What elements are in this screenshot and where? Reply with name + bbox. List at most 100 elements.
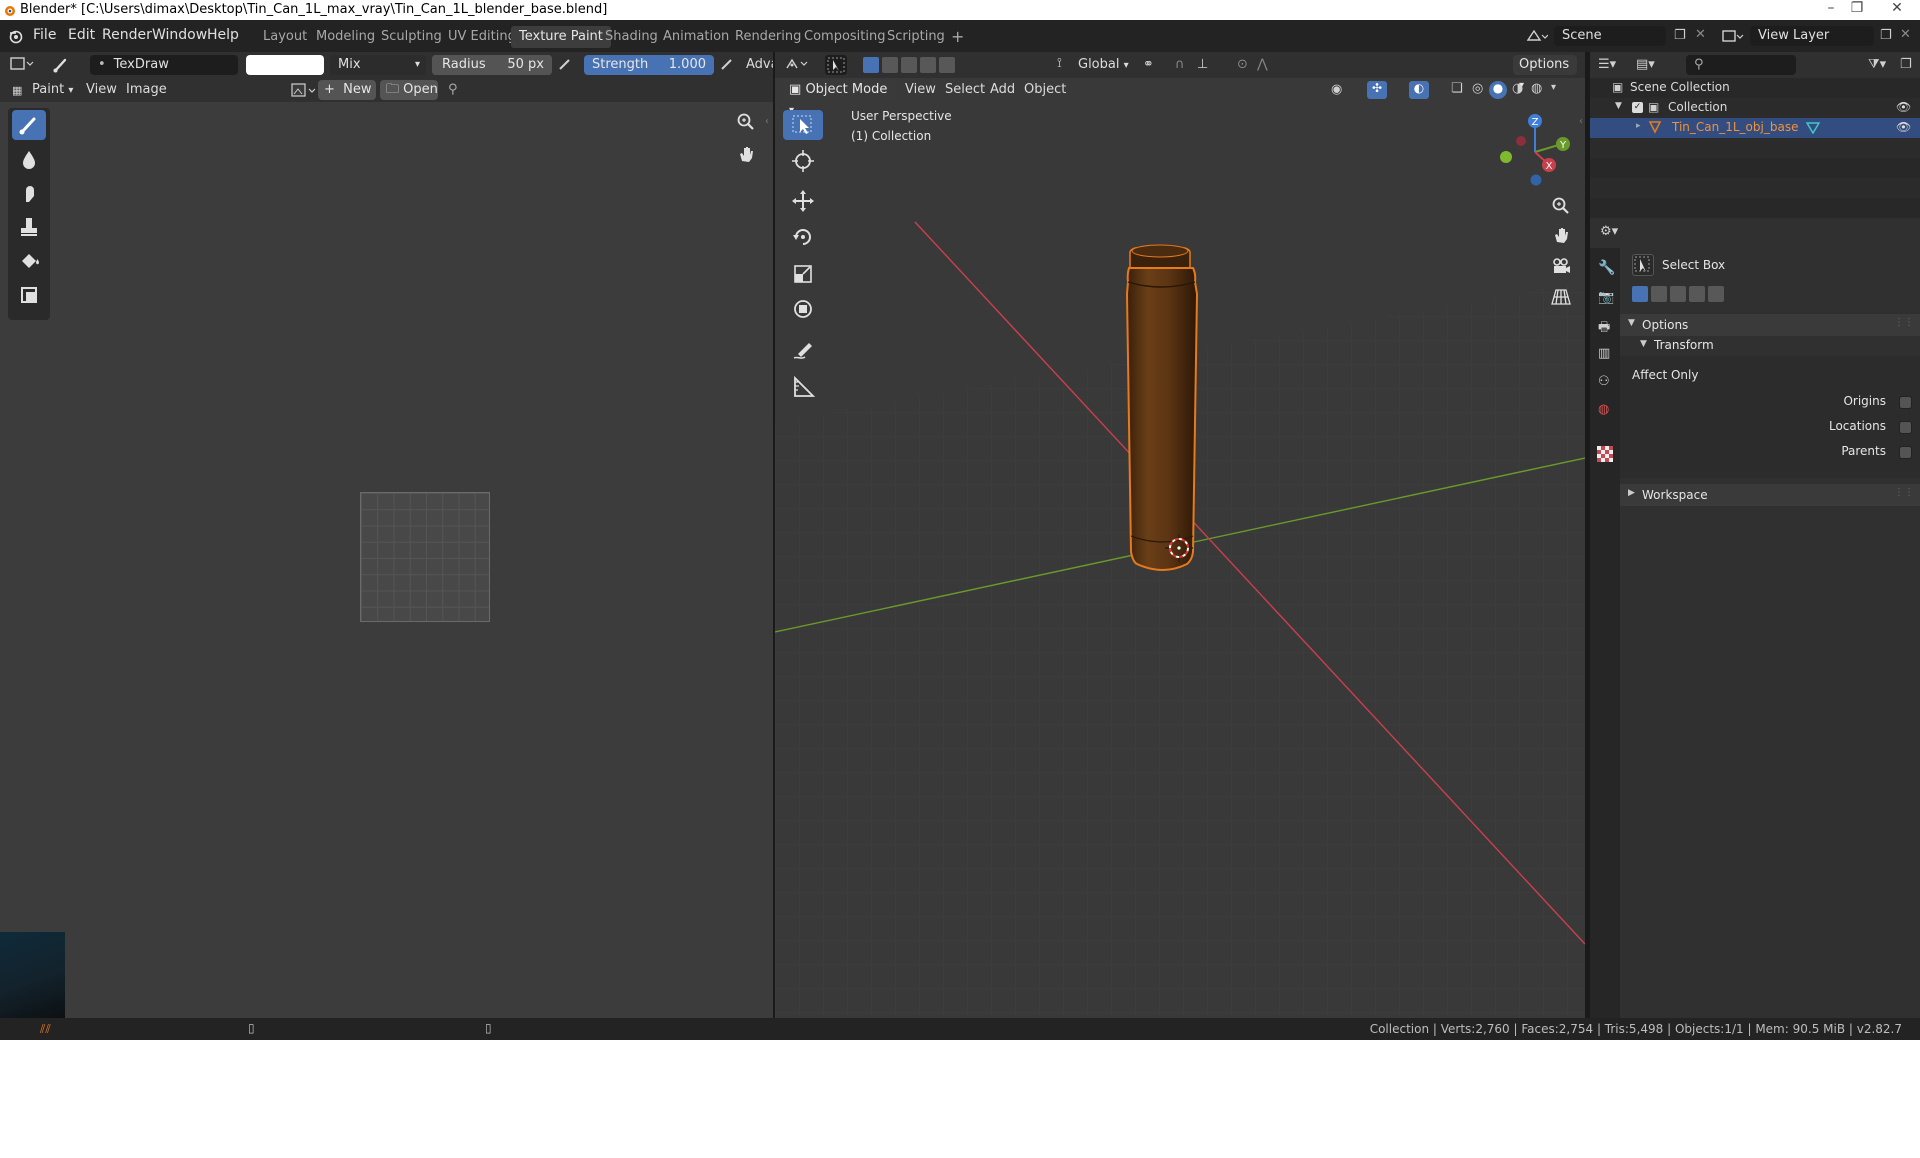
rotate-tool-button[interactable] xyxy=(783,222,823,252)
restore-button[interactable]: ❐ xyxy=(1844,0,1870,18)
outliner-search-input[interactable]: ⚲ xyxy=(1686,55,1796,75)
delete-scene-icon[interactable]: ✕ xyxy=(1695,27,1706,42)
viewport-zoom-icon[interactable] xyxy=(1551,196,1571,216)
sidebar-toggle-icon[interactable]: ‹ xyxy=(765,116,769,127)
properties-editor-type-icon[interactable]: ⚙▾ xyxy=(1600,224,1618,239)
snap-element-icon[interactable]: ⊥ xyxy=(1197,57,1208,72)
menu-help[interactable]: Help xyxy=(207,27,239,43)
menu-window[interactable]: Window xyxy=(152,27,207,43)
filter-icon[interactable]: ⧩▾ xyxy=(1868,57,1886,72)
menu-edit[interactable]: Edit xyxy=(68,27,95,43)
viewport-menu-select[interactable]: Select xyxy=(945,82,985,97)
viewport-menu-object[interactable]: Object xyxy=(1024,82,1066,97)
soften-tool-button[interactable] xyxy=(12,144,46,174)
outliner-row-tin-can-object[interactable]: ▸ Tin_Can_1L_obj_base 👁 xyxy=(1590,118,1920,138)
overlays-toggle-icon[interactable]: ◐ xyxy=(1409,81,1429,99)
wireframe-shading-icon[interactable]: ◎ xyxy=(1472,81,1483,96)
add-workspace-icon[interactable]: + xyxy=(943,26,972,48)
viewport-menu-add[interactable]: Add xyxy=(990,82,1015,97)
proportional-editing-icon[interactable]: ⊙ xyxy=(1237,57,1248,72)
select-box-tool-indicator[interactable] xyxy=(825,55,847,75)
pan-view-hand-icon[interactable] xyxy=(736,144,756,164)
blender-menu-icon[interactable] xyxy=(8,28,24,44)
outliner-editor-type-icon[interactable]: ☰▾ xyxy=(1598,57,1616,72)
mesh-data-icon[interactable] xyxy=(1806,120,1820,134)
texture-tab-icon[interactable] xyxy=(1597,446,1613,462)
mode-invert-icon[interactable] xyxy=(1689,286,1705,302)
strength-pressure-icon[interactable] xyxy=(720,57,734,71)
options-dropdown[interactable]: Options ▾ xyxy=(1513,55,1577,91)
viewport-pan-hand-icon[interactable] xyxy=(1551,225,1571,245)
gizmo-toggle-icon[interactable]: ✣ xyxy=(1367,81,1387,99)
3d-viewport[interactable] xyxy=(775,52,1585,1018)
camera-view-icon[interactable] xyxy=(1551,256,1571,276)
world-tab-icon[interactable]: ◍ xyxy=(1598,402,1609,417)
cursor-tool-button[interactable] xyxy=(783,146,823,176)
parents-checkbox[interactable] xyxy=(1899,446,1912,459)
tab-scripting[interactable]: Scripting xyxy=(879,26,953,48)
scene-name-field[interactable]: Scene xyxy=(1554,26,1666,46)
new-image-button[interactable]: + New xyxy=(318,80,376,100)
display-mode-icon[interactable]: ▤▾ xyxy=(1636,57,1655,72)
menu-render[interactable]: Render xyxy=(102,27,152,43)
solid-shading-icon[interactable]: ● xyxy=(1489,81,1507,99)
outliner-row-scene-collection[interactable]: ▣ Scene Collection xyxy=(1590,78,1920,98)
menu-file[interactable]: File xyxy=(33,27,56,43)
visibility-eye-icon[interactable]: ◉ xyxy=(1331,82,1342,97)
zoom-view-icon[interactable] xyxy=(736,112,756,132)
mode-dropdown[interactable]: Paint ▾ xyxy=(32,82,73,97)
rendered-shading-icon[interactable]: ◍ xyxy=(1531,81,1542,96)
invert-selection-icon[interactable] xyxy=(920,57,936,73)
output-tab-icon[interactable]: 🖶 xyxy=(1598,318,1610,340)
object-visibility-eye-icon[interactable]: 👁 xyxy=(1896,120,1911,134)
radius-pressure-icon[interactable] xyxy=(558,57,572,71)
brush-tool-icon[interactable] xyxy=(52,56,70,74)
viewport-sidebar-toggle-icon[interactable]: ‹ xyxy=(1579,116,1583,127)
select-tool-button[interactable] xyxy=(783,110,823,140)
mode-extend-icon[interactable] xyxy=(1651,286,1667,302)
fill-tool-button[interactable] xyxy=(12,246,46,276)
uv-image-canvas[interactable] xyxy=(360,492,490,622)
scene-tab-icon[interactable]: ⚇ xyxy=(1598,374,1610,389)
annotate-tool-button[interactable] xyxy=(783,336,823,366)
pin-icon[interactable]: ⚲ xyxy=(448,82,458,97)
mode-new-icon[interactable] xyxy=(1632,286,1648,302)
editor-type-icon[interactable] xyxy=(10,56,36,72)
scale-tool-button[interactable] xyxy=(783,258,823,288)
view-layer-tab-icon[interactable]: ▥ xyxy=(1598,346,1610,361)
orientation-dropdown[interactable]: Global ▾ xyxy=(1078,57,1129,72)
falloff-icon[interactable]: ⋀ xyxy=(1257,57,1268,72)
tab-sculpting[interactable]: Sculpting xyxy=(373,26,450,48)
tab-layout[interactable]: Layout xyxy=(255,26,315,48)
scene-selector-icon[interactable] xyxy=(1526,28,1548,44)
object-expand-arrow-icon[interactable]: ▸ xyxy=(1636,121,1641,131)
viewport-menu-view[interactable]: View xyxy=(905,82,936,97)
delete-view-layer-icon[interactable]: ✕ xyxy=(1900,27,1911,42)
close-window-button[interactable]: ✕ xyxy=(1880,0,1914,18)
options-panel-header[interactable]: ▼ Options ⋮⋮ xyxy=(1620,314,1920,336)
open-image-button[interactable]: 🗀 Open xyxy=(380,80,438,100)
object-mode-dropdown[interactable]: ▣ Object Mode ▾ xyxy=(783,80,895,116)
workspace-drag-handle-icon[interactable]: ⋮⋮ xyxy=(1894,487,1914,498)
blend-mode-dropdown[interactable]: Mix ▾ xyxy=(330,55,426,75)
image-browse-icon[interactable] xyxy=(290,81,318,99)
workspace-panel-header[interactable]: ▶ Workspace ⋮⋮ xyxy=(1620,484,1920,506)
origins-checkbox[interactable] xyxy=(1899,396,1912,409)
intersect-selection-icon[interactable] xyxy=(939,57,955,73)
panel-drag-handle-icon[interactable]: ⋮⋮ xyxy=(1894,317,1914,328)
perspective-toggle-icon[interactable] xyxy=(1551,287,1571,307)
xray-toggle-icon[interactable]: ❏ xyxy=(1451,81,1463,96)
outliner-row-collection[interactable]: ▼ ✓ ▣ Collection 👁 xyxy=(1590,98,1920,118)
tab-animation[interactable]: Animation xyxy=(655,26,737,48)
tab-modeling[interactable]: Modeling xyxy=(308,26,383,48)
snap-magnet-icon[interactable]: ∩ xyxy=(1175,57,1185,72)
smear-tool-button[interactable] xyxy=(12,178,46,208)
navigation-gizmo[interactable]: Z Y X xyxy=(1490,110,1580,195)
mode-intersect-icon[interactable] xyxy=(1708,286,1724,302)
collection-checkbox-icon[interactable]: ✓ xyxy=(1632,102,1643,113)
collection-visibility-eye-icon[interactable]: 👁 xyxy=(1896,100,1911,114)
minimize-button[interactable]: – xyxy=(1818,0,1844,18)
shading-options-chevron-icon[interactable]: ▾ xyxy=(1551,82,1556,93)
set-new-selection-icon[interactable] xyxy=(863,57,879,73)
new-scene-icon[interactable]: ❐ xyxy=(1674,28,1686,43)
